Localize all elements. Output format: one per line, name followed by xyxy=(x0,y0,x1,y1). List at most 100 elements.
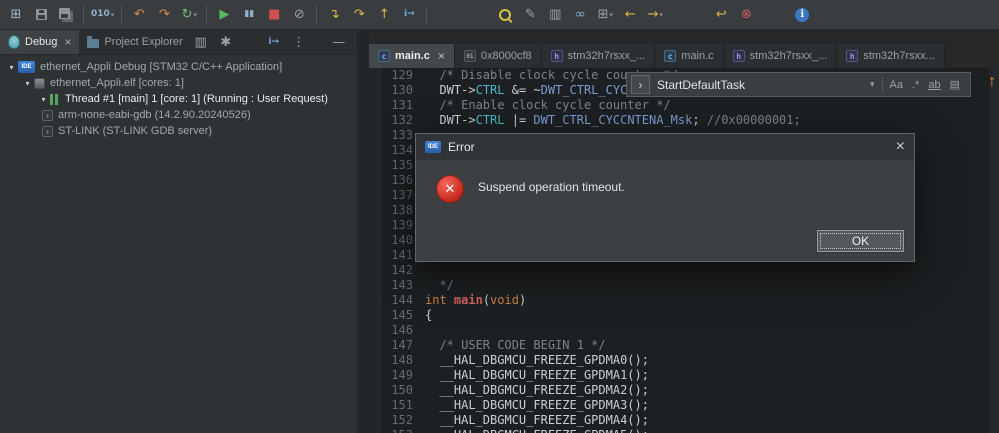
find-query-input[interactable]: StartDefaultTask xyxy=(657,78,863,92)
h-file-icon: h xyxy=(732,50,745,62)
code-line: 146 xyxy=(380,323,989,338)
step-return-button[interactable]: ↑ xyxy=(372,4,396,26)
navigate-up-icon[interactable]: ↑ xyxy=(988,74,996,90)
h-file-icon: h xyxy=(846,50,859,62)
line-number: 145 xyxy=(391,308,413,322)
toolbar-gap xyxy=(668,14,708,15)
save-button[interactable] xyxy=(29,4,53,26)
line-number: 142 xyxy=(391,263,413,277)
panel-sash[interactable] xyxy=(357,30,369,433)
info-button[interactable]: i xyxy=(790,4,814,26)
nav-forward-button[interactable]: → ▾ xyxy=(643,4,667,26)
chevron-down-icon[interactable]: ▾ xyxy=(6,63,17,72)
code-line: 149 __HAL_DBGMCU_FREEZE_GPDMA1(); xyxy=(380,368,989,383)
highlight-lines-toggle[interactable]: ▤ xyxy=(950,78,960,91)
last-edit-location-button[interactable]: ↩ xyxy=(709,4,733,26)
editor-tab-main-c[interactable]: c main.c xyxy=(655,44,724,68)
dropdown-arrow-icon: ▾ xyxy=(193,11,198,19)
resume-button[interactable]: ▶ xyxy=(212,4,236,26)
view-settings-button[interactable]: ✱ xyxy=(216,33,236,51)
debug-binary-icon: 010 xyxy=(91,9,110,19)
c-file-icon: c xyxy=(664,50,677,62)
editor-tab-stm32h7rsxx[interactable]: h stm32h7rsxx_... xyxy=(723,44,838,68)
line-number: 139 xyxy=(391,218,413,232)
save-all-button[interactable] xyxy=(54,4,78,26)
remove-terminated-button[interactable]: ⊗ xyxy=(734,4,758,26)
editor-tab-main-c[interactable]: c main.c × xyxy=(369,44,455,68)
dialog-title: Error xyxy=(448,140,475,154)
debug-tree-item[interactable]: ▾ ethernet_Appli.elf [cores: 1] xyxy=(0,75,357,91)
find-toggles: Aa .* ab ▤ xyxy=(890,78,962,92)
nav-back-button[interactable]: ← xyxy=(618,4,642,26)
ide-app-icon: IDE xyxy=(425,141,441,153)
regex-toggle[interactable]: .* xyxy=(912,79,919,91)
dialog-body: ✕ Suspend operation timeout. OK xyxy=(416,160,914,261)
find-expander-icon[interactable]: › xyxy=(631,75,650,94)
open-perspective-button[interactable]: ⊞ ▾ xyxy=(593,4,617,26)
match-case-toggle[interactable]: Aa xyxy=(890,79,903,91)
ide-app-icon: IDE xyxy=(18,61,35,73)
nav-forward-icon: → xyxy=(647,7,659,22)
refresh-button[interactable]: ↻ ▾ xyxy=(177,4,201,26)
new-wizard-icon: ⊞ xyxy=(10,7,22,22)
undo-button[interactable]: ↶ xyxy=(127,4,151,26)
view-layout-button[interactable]: ▥ xyxy=(191,33,211,51)
terminate-icon: ■ xyxy=(268,7,281,22)
disconnect-icon: ⊘ xyxy=(293,7,305,22)
code-line: 150 __HAL_DBGMCU_FREEZE_GPDMA2(); xyxy=(380,383,989,398)
debug-tree-item[interactable]: ▾ IDE ethernet_Appli Debug [STM32 C/C++ Ap… xyxy=(0,59,357,75)
debug-tree-item[interactable]: ▾ Thread #1 [main] 1 [core: 1] (Running :… xyxy=(0,91,357,107)
toolbar-gap xyxy=(241,42,259,43)
nav-back-icon: ← xyxy=(624,7,636,22)
project-explorer-icon xyxy=(87,35,100,48)
whole-word-toggle[interactable]: ab xyxy=(928,79,940,91)
editor-tab-0x8000cf8[interactable]: 01 0x8000cf8 xyxy=(454,44,542,68)
link-with-editor-button[interactable]: ∞ xyxy=(568,4,592,26)
view-tab-debug[interactable]: Debug × xyxy=(0,30,80,54)
new-wizard-button[interactable]: ⊞ xyxy=(4,4,28,26)
edit-button[interactable]: ✎ xyxy=(518,4,542,26)
editor-tab-stm32h7rsxx[interactable]: h stm32h7rsxx... xyxy=(837,44,945,68)
close-icon[interactable]: × xyxy=(896,139,905,155)
search-button[interactable] xyxy=(493,4,517,26)
find-bar-divider xyxy=(881,76,883,93)
instruction-stepping-toggle-button[interactable]: i→ xyxy=(264,33,284,51)
debug-tree-item[interactable]: › ST-LINK (ST-LINK GDB server) xyxy=(0,123,357,139)
terminate-button[interactable]: ■ xyxy=(262,4,286,26)
dialog-titlebar[interactable]: IDE Error × xyxy=(416,134,914,160)
link-with-editor-icon: ∞ xyxy=(574,7,586,22)
debug-tree-item[interactable]: › arm-none-eabi-gdb (14.2.90.20240526) xyxy=(0,107,357,123)
view-menu-button[interactable]: ⋮ xyxy=(289,33,309,51)
debug-binary-button[interactable]: 010 ▾ xyxy=(89,4,116,26)
toolbar-gap xyxy=(432,14,492,15)
line-number: 135 xyxy=(391,158,413,172)
close-icon[interactable]: × xyxy=(64,35,71,49)
view-tab-project-explorer[interactable]: Project Explorer xyxy=(79,30,190,54)
ok-button[interactable]: OK xyxy=(817,230,904,252)
overview-ruler[interactable] xyxy=(988,68,999,433)
line-number: 140 xyxy=(391,233,413,247)
step-over-button[interactable]: ↷ xyxy=(347,4,371,26)
chevron-down-icon[interactable]: ▾ xyxy=(870,79,875,90)
edit-icon: ✎ xyxy=(524,7,536,22)
minimize-button[interactable]: — xyxy=(329,33,349,51)
suspend-button[interactable]: ▮▮ xyxy=(237,4,261,26)
debug-view-icon xyxy=(8,35,20,49)
redo-button[interactable]: ↷ xyxy=(152,4,176,26)
chevron-down-icon[interactable]: ▾ xyxy=(38,95,49,104)
disconnect-button[interactable]: ⊘ xyxy=(287,4,311,26)
profiling-button[interactable]: ▥ xyxy=(543,4,567,26)
chevron-down-icon[interactable]: ▾ xyxy=(22,79,33,88)
editor-tab-stm32h7rsxx[interactable]: h stm32h7rsxx_... xyxy=(541,44,656,68)
view-menu-icon: ⋮ xyxy=(292,34,306,50)
instruction-stepping-toggle-icon: i→ xyxy=(268,36,280,47)
line-number: 153 xyxy=(380,428,420,433)
step-into-button[interactable]: ↴ xyxy=(322,4,346,26)
refresh-icon: ↻ xyxy=(181,7,193,22)
line-number: 137 xyxy=(391,188,413,202)
code-line: 131 /* Enable clock cycle counter */ xyxy=(380,98,989,113)
close-icon[interactable]: × xyxy=(438,49,445,63)
step-into-icon: ↴ xyxy=(328,7,340,22)
instruction-stepping-button[interactable]: i→ xyxy=(397,4,421,26)
step-return-icon: ↑ xyxy=(378,7,390,22)
